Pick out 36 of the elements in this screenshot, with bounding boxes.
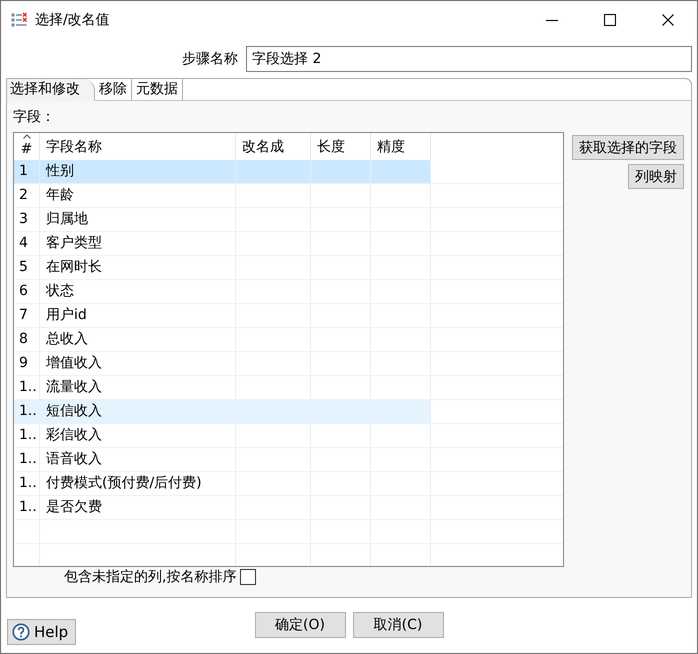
include-unspecified-label: 包含未指定的列,按名称排序 — [64, 568, 236, 586]
table-row[interactable]: 6 状态 — [14, 280, 431, 304]
help-icon — [12, 623, 30, 641]
checkbox[interactable] — [240, 569, 256, 585]
table-row[interactable]: 4 客户类型 — [14, 232, 431, 256]
maximize-icon — [604, 14, 616, 26]
tab[interactable]: 元数据 — [132, 79, 183, 101]
table-row[interactable]: 1.. 流量收入 — [14, 376, 431, 400]
table-cell: 是否欠费 — [40, 496, 236, 520]
column-mapping-button[interactable]: 列映射 — [628, 164, 684, 189]
sort-caret-icon — [23, 134, 31, 139]
step-name-field[interactable]: 字段选择 2 — [246, 46, 692, 72]
ok-button[interactable]: 确定(O) — [254, 612, 346, 638]
cancel-button[interactable]: 取消(C) — [352, 612, 444, 638]
table-row[interactable]: 5 在网时长 — [14, 256, 431, 280]
row-number: 1.. — [14, 496, 40, 520]
close-icon — [662, 14, 674, 26]
table-row[interactable]: 7 用户id — [14, 304, 431, 328]
table-row[interactable]: 1.. 短信收入 — [14, 400, 431, 424]
table-row[interactable]: 9 增值收入 — [14, 352, 431, 376]
get-selected-fields-button[interactable]: 获取选择的字段 — [572, 135, 684, 160]
help-button[interactable]: Help — [7, 619, 76, 645]
step-name-label: 步骤名称 — [181, 50, 238, 68]
tab[interactable]: 选择和修改 — [7, 79, 95, 101]
table-row[interactable]: 1.. 是否欠费 — [14, 496, 431, 520]
fields-label: 字段： — [13, 108, 55, 124]
window-title: 选择/改名值 — [35, 10, 111, 28]
table-row[interactable]: 1.. 语音收入 — [14, 448, 431, 472]
table-row[interactable]: 8 总收入 — [14, 328, 431, 352]
table-row[interactable]: 3 归属地 — [14, 208, 431, 232]
tab[interactable]: 移除 — [95, 79, 132, 101]
list-cross-icon — [11, 12, 27, 28]
table-row[interactable]: 1.. 彩信收入 — [14, 424, 431, 448]
table-row[interactable]: 2 年龄 — [14, 184, 431, 208]
table-row[interactable]: 1.. 付费模式(预付费/后付费) — [14, 472, 431, 496]
table-row[interactable]: 1 性别 — [14, 160, 431, 184]
